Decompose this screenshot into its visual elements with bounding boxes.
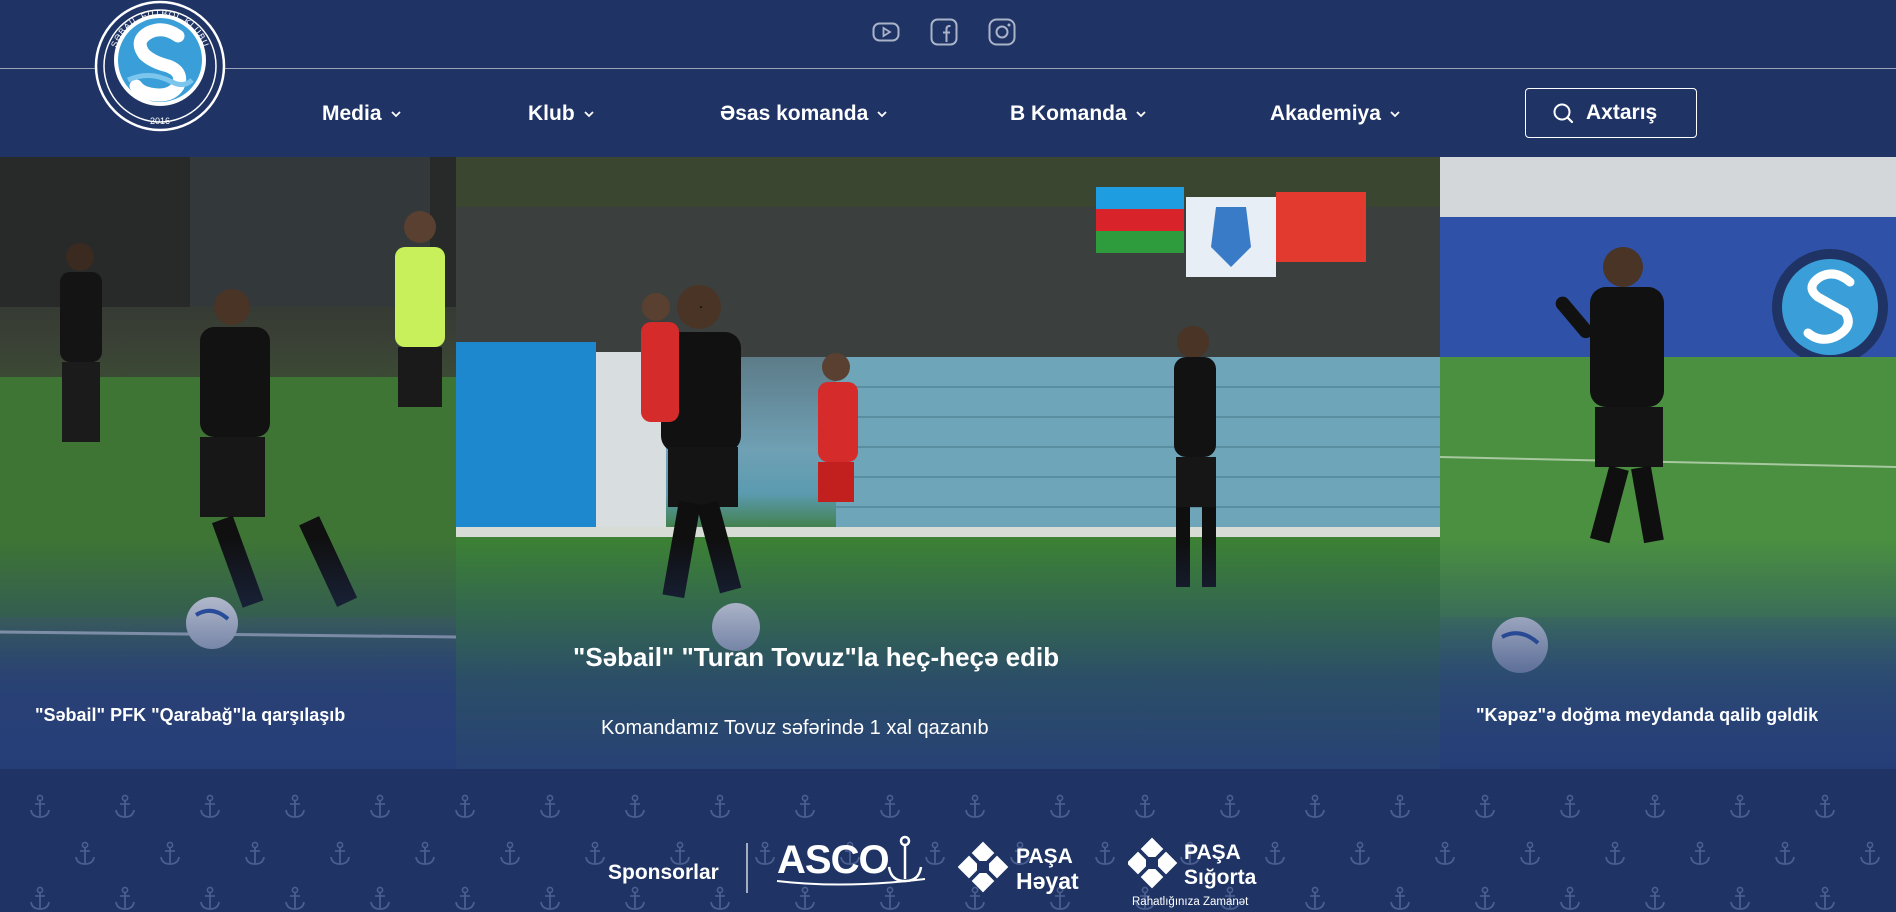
- slide-featured[interactable]: "Səbail" "Turan Tovuz"la heç-heçə edib K…: [456, 157, 1440, 769]
- logo-year: 2016: [150, 116, 170, 126]
- slide-featured-subtitle: Komandamız Tovuz səfərində 1 xal qazanıb: [601, 717, 989, 739]
- search-icon: [1553, 103, 1574, 124]
- news-slider: "Səbail" PFK "Qarabağ"la qarşılaşıb "Səb…: [0, 157, 1896, 769]
- sponsor-pasa-heyat[interactable]: PAŞA Həyat: [957, 839, 1088, 904]
- youtube-icon[interactable]: [872, 18, 900, 46]
- sponsors-label: Sponsorlar: [608, 861, 719, 884]
- instagram-icon[interactable]: [988, 18, 1016, 46]
- slide-right-caption[interactable]: "Kəpəz"ə doğma meydanda qalib gəldik: [1476, 705, 1818, 726]
- sponsors-bar: Sponsorlar ASCO PAŞA Həyat PAŞA Sığorta …: [0, 769, 1896, 912]
- sponsor-pasa-sigorta-sub: Sığorta: [1184, 866, 1257, 889]
- sponsor-pasa-heyat-sub: Həyat: [1016, 868, 1079, 894]
- sponsors-divider: [746, 843, 748, 893]
- main-nav: Media Klub Əsas komanda B Komanda Akadem…: [0, 70, 1896, 157]
- slide-shade: [0, 539, 456, 769]
- sponsor-pasa-sigorta-tagline: Rahatlığınıza Zamanət: [1132, 896, 1249, 908]
- sponsor-pasa-heyat-name: PAŞA: [1016, 845, 1073, 868]
- nav-academy-label: Akademiya: [1270, 102, 1381, 125]
- social-links: [872, 18, 1016, 46]
- nav-main-team-label: Əsas komanda: [720, 102, 869, 125]
- search-label: Axtarış: [1586, 101, 1658, 124]
- nav-klub[interactable]: Klub: [528, 102, 595, 126]
- slide-shade: [1440, 539, 1896, 769]
- nav-klub-label: Klub: [528, 102, 575, 125]
- nav-b-team-label: B Komanda: [1010, 102, 1127, 125]
- chevron-down-icon: [390, 111, 401, 118]
- nav-main-team[interactable]: Əsas komanda: [720, 102, 888, 126]
- sponsor-pasa-sigorta[interactable]: PAŞA Sığorta Rahatlığınıza Zamanət: [1126, 835, 1268, 912]
- chevron-down-icon: [1390, 111, 1400, 118]
- chevron-down-icon: [584, 111, 594, 118]
- top-bar: [0, 0, 1896, 69]
- search-button[interactable]: Axtarış: [1525, 88, 1697, 138]
- sponsor-pasa-sigorta-name: PAŞA: [1184, 841, 1241, 864]
- nav-media[interactable]: Media: [322, 102, 402, 126]
- nav-media-label: Media: [322, 102, 382, 125]
- chevron-down-icon: [877, 111, 887, 118]
- sponsor-asco-name: ASCO: [777, 838, 889, 882]
- facebook-icon[interactable]: [930, 18, 958, 46]
- nav-academy[interactable]: Akademiya: [1270, 102, 1401, 126]
- slide-right[interactable]: "Kəpəz"ə doğma meydanda qalib gəldik: [1440, 157, 1896, 769]
- slide-featured-title[interactable]: "Səbail" "Turan Tovuz"la heç-heçə edib: [573, 642, 1059, 673]
- chevron-down-icon: [1136, 111, 1146, 118]
- sponsor-asco[interactable]: ASCO: [775, 829, 927, 894]
- slide-left[interactable]: "Səbail" PFK "Qarabağ"la qarşılaşıb: [0, 157, 456, 769]
- anchor-pattern: [30, 794, 1880, 910]
- slide-left-caption[interactable]: "Səbail" PFK "Qarabağ"la qarşılaşıb: [35, 705, 345, 726]
- nav-b-team[interactable]: B Komanda: [1010, 102, 1147, 126]
- club-logo[interactable]: SƏBAİL FUTBOL KLUBU 2016: [92, 0, 228, 132]
